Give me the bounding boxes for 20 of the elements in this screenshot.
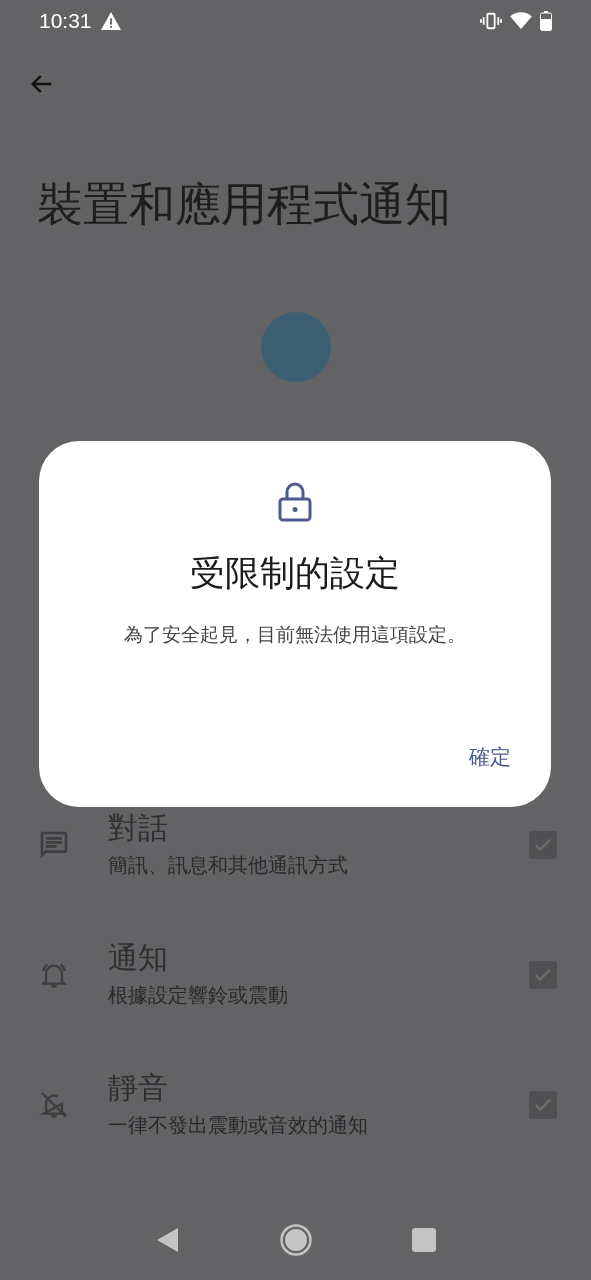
- checkbox[interactable]: [529, 831, 557, 859]
- home-button[interactable]: [279, 1224, 312, 1256]
- bell-off-icon: [38, 1089, 70, 1121]
- dialog-title: 受限制的設定: [190, 552, 400, 595]
- dialog-message: 為了安全起見，目前無法使用這項設定。: [124, 622, 466, 647]
- wifi-icon: [510, 12, 532, 30]
- setting-subtitle: 一律不發出震動或音效的通知: [108, 1112, 369, 1139]
- warning-icon: [99, 11, 122, 31]
- ok-button[interactable]: 確定: [457, 733, 523, 781]
- lock-icon: [278, 481, 312, 523]
- setting-subtitle: 根據設定響鈴或震動: [108, 982, 289, 1009]
- setting-subtitle: 簡訊、訊息和其他通訊方式: [108, 852, 349, 879]
- nav-back-button[interactable]: [155, 1227, 180, 1253]
- vibrate-icon: [480, 11, 502, 31]
- status-time: 10:31: [39, 8, 92, 35]
- page-title: 裝置和應用程式通知: [36, 176, 452, 233]
- checkbox[interactable]: [529, 1091, 557, 1119]
- checkbox[interactable]: [529, 961, 557, 989]
- recents-button[interactable]: [411, 1228, 436, 1252]
- battery-icon: [540, 11, 552, 31]
